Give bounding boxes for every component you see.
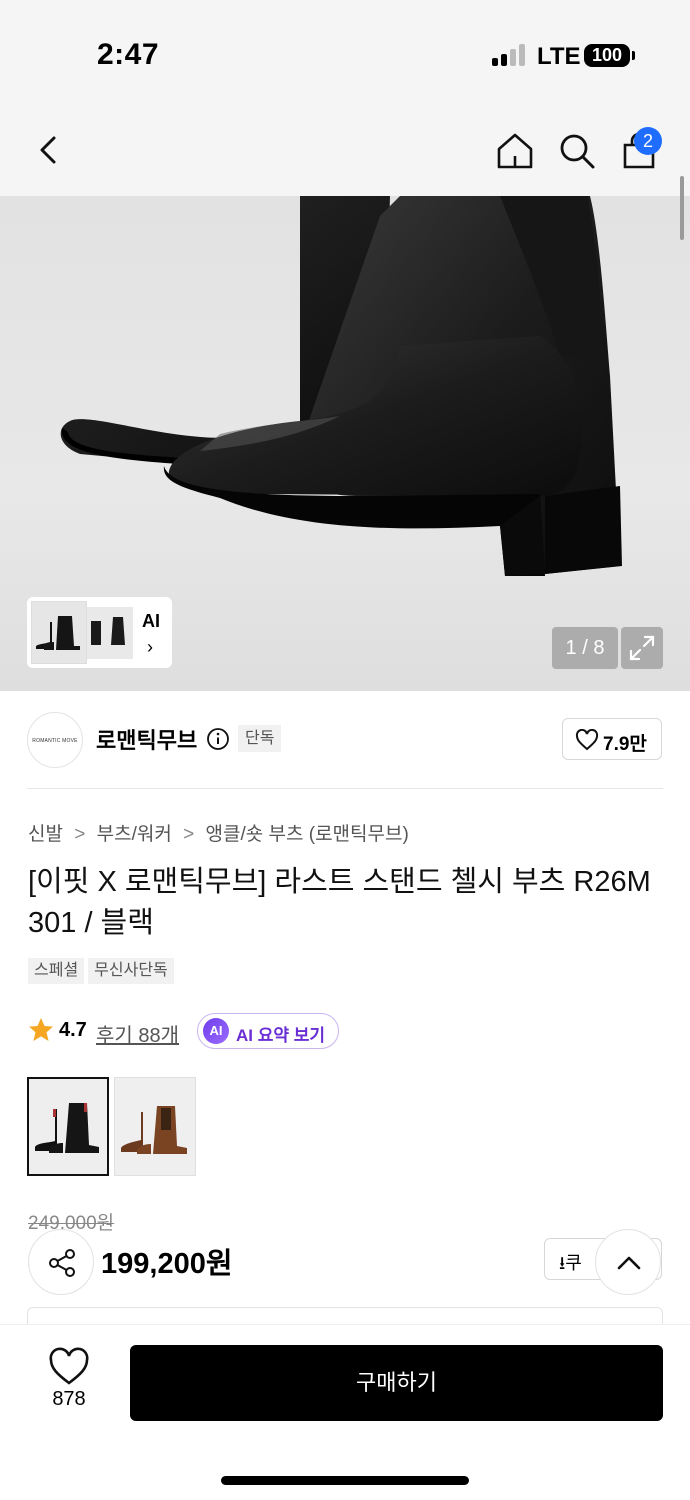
breadcrumb-item[interactable]: 앵클/숏 부츠 (로맨틱무브) xyxy=(206,824,409,845)
rating-score: 4.7 xyxy=(59,1019,87,1041)
share-button[interactable] xyxy=(28,1229,94,1295)
battery-icon: 100 xyxy=(584,44,635,67)
heart-icon[interactable] xyxy=(47,1347,91,1387)
exclusive-badge: 단독 xyxy=(238,725,282,752)
color-option-black[interactable] xyxy=(27,1077,109,1176)
color-option-brown[interactable] xyxy=(114,1077,196,1176)
chevron-up-icon xyxy=(617,1256,641,1270)
network-label: LTE xyxy=(537,43,581,70)
status-bar: 2:47 LTE 100 xyxy=(0,0,690,100)
home-indicator xyxy=(221,1476,469,1485)
reviews-link[interactable]: 후기 88개 xyxy=(96,1019,179,1048)
home-icon[interactable] xyxy=(494,130,536,172)
ai-badge-icon: AI xyxy=(203,1018,229,1044)
heart-icon xyxy=(575,729,599,751)
back-icon[interactable] xyxy=(30,130,70,170)
brand-like-button[interactable]: 7.9만 xyxy=(562,718,662,760)
star-icon xyxy=(29,1018,53,1041)
share-icon xyxy=(49,1249,75,1277)
scroll-to-top-button[interactable] xyxy=(595,1229,661,1295)
scrollbar[interactable] xyxy=(680,176,684,240)
ai-summary-button[interactable]: AI AI 요약 보기 xyxy=(197,1013,339,1049)
product-title: [이핏 X 로맨틱무브] 라스트 스탠드 첼시 부츠 R26M 301 / 블랙 xyxy=(28,866,651,939)
search-icon[interactable] xyxy=(556,130,598,172)
status-time: 2:47 xyxy=(97,38,160,71)
coupon-label: ⭳쿠 xyxy=(559,1253,582,1273)
cart-count-badge: 2 xyxy=(634,127,662,155)
breadcrumb-item[interactable]: 신발 xyxy=(28,824,63,845)
brand-name[interactable]: 로맨틱무브 xyxy=(96,723,197,755)
wish-count: 878 xyxy=(52,1388,86,1410)
thumbnail-image[interactable] xyxy=(87,607,133,659)
breadcrumb: 신발 > 부츠/워커 > 앵클/숏 부츠 (로맨틱무브) xyxy=(28,819,415,846)
thumbnail-strip[interactable]: AI › xyxy=(27,597,172,668)
sale-price: 199,200원 xyxy=(101,1248,233,1280)
divider xyxy=(27,788,663,789)
expand-icon[interactable] xyxy=(621,627,663,669)
product-tags: 스페셜 무신사단독 xyxy=(28,958,178,984)
info-icon[interactable] xyxy=(206,727,230,751)
signal-icon xyxy=(492,44,526,66)
ai-label: AI xyxy=(142,611,160,631)
breadcrumb-item[interactable]: 부츠/워커 xyxy=(97,824,172,845)
product-tag: 무신사단독 xyxy=(88,958,174,984)
top-nav xyxy=(0,100,690,196)
image-counter: 1 / 8 xyxy=(552,627,618,669)
breadcrumb-separator: > xyxy=(74,824,86,845)
ai-summary-label: AI 요약 보기 xyxy=(236,1026,326,1045)
brand-like-count: 7.9만 xyxy=(603,734,647,755)
chevron-right-icon: › xyxy=(147,637,153,657)
product-tag: 스페셜 xyxy=(28,958,85,984)
thumbnail-image[interactable] xyxy=(31,601,87,664)
brand-logo[interactable]: ROMANTIC MOVE xyxy=(27,712,83,768)
breadcrumb-separator: > xyxy=(183,824,195,845)
buy-button[interactable]: 구매하기 xyxy=(130,1345,663,1421)
